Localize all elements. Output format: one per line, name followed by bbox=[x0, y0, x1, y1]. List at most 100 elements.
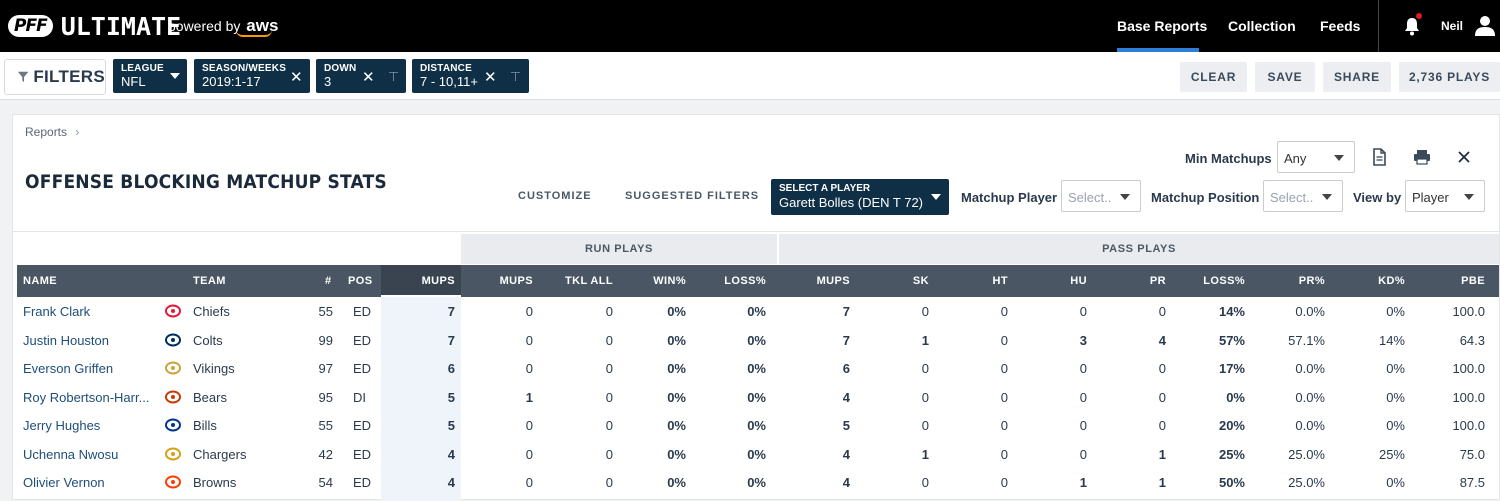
plays-count-button[interactable]: 2,736 PLAYS bbox=[1399, 62, 1500, 92]
cell-mups: 7 bbox=[447, 332, 455, 348]
cell-kd: 0% bbox=[1386, 475, 1405, 490]
col-win[interactable]: WIN% bbox=[653, 275, 686, 287]
table-row[interactable]: Everson Griffen Vikings 97 ED 6 0 0 0% 0% 6 0 0 0 0 17… bbox=[17, 354, 1499, 383]
col-mups[interactable]: MUPS bbox=[422, 275, 455, 287]
cell-win: 0% bbox=[667, 446, 686, 462]
cell-sk: 0 bbox=[921, 389, 929, 405]
table-row[interactable]: Uchenna Nwosu Chargers 42 ED 4 0 0 0% 0% 4 1 0 0 1 25%… bbox=[17, 440, 1499, 469]
position: ED bbox=[353, 446, 372, 462]
logo-badge: PFF bbox=[8, 15, 53, 37]
view-by-select[interactable]: Player bbox=[1405, 180, 1485, 212]
nav-feeds[interactable]: Feeds bbox=[1320, 18, 1360, 34]
save-button[interactable]: SAVE bbox=[1255, 62, 1315, 92]
col-tkl-all[interactable]: TKL ALL bbox=[565, 275, 613, 287]
close-icon[interactable]: ✕ bbox=[362, 68, 375, 86]
col-pass-mups[interactable]: MUPS bbox=[817, 275, 850, 287]
cell-run-loss: 0% bbox=[747, 475, 766, 490]
cell-win: 0% bbox=[667, 475, 686, 490]
col-team[interactable]: TEAM bbox=[193, 275, 226, 287]
chip-season-weeks[interactable]: SEASON/WEEKS 2019:1-17 ✕ bbox=[194, 59, 310, 93]
customize-button[interactable]: CUSTOMIZE bbox=[518, 190, 592, 202]
col-pass-loss[interactable]: LOSS% bbox=[1203, 275, 1245, 287]
cell-pass-loss: 17% bbox=[1218, 361, 1245, 376]
chip-distance-value: 7 - 10,11+ bbox=[420, 74, 478, 89]
cell-mups: 6 bbox=[447, 361, 455, 376]
cell-tkl-all: 0 bbox=[605, 475, 613, 490]
matchup-player-placeholder: Select.. bbox=[1068, 190, 1112, 205]
cell-run-mups: 0 bbox=[525, 332, 533, 348]
table-row[interactable]: Roy Robertson-Harr... Bears 95 DI 5 1 0 0% 0% 4 0 0… bbox=[17, 383, 1499, 412]
clear-button[interactable]: CLEAR bbox=[1180, 62, 1247, 92]
top-nav: PFF ULTIMATE powered by aws Base Reports… bbox=[0, 0, 1500, 52]
cell-tkl-all: 0 bbox=[605, 304, 613, 319]
player-name-link[interactable]: Uchenna Nwosu bbox=[23, 447, 118, 462]
table-row[interactable]: Jerry Hughes Bills 55 ED 5 0 0 0% 0% 5 0 0 0 0 20% 0.0%… bbox=[17, 411, 1499, 440]
col-pbe[interactable]: PBE bbox=[1461, 275, 1485, 287]
close-icon[interactable] bbox=[1455, 148, 1473, 166]
player-name-link[interactable]: Jerry Hughes bbox=[23, 418, 100, 433]
player-name-link[interactable]: Everson Griffen bbox=[23, 361, 113, 376]
close-icon[interactable]: ✕ bbox=[484, 68, 497, 86]
matchup-player-select[interactable]: Select.. bbox=[1061, 180, 1141, 212]
cell-pass-mups: 5 bbox=[842, 418, 850, 433]
player-name-link[interactable]: Olivier Vernon bbox=[23, 475, 105, 490]
pff-logo[interactable]: PFF ULTIMATE bbox=[8, 12, 181, 41]
cell-kd: 0% bbox=[1386, 389, 1405, 405]
cell-pass-mups: 4 bbox=[842, 389, 850, 405]
table-row[interactable]: Frank Clark Chiefs 55 ED 7 0 0 0% 0% 7 0 0 0 0 14% 0.0%… bbox=[17, 297, 1499, 326]
select-player-dropdown[interactable]: SELECT A PLAYER Garett Bolles (DEN T 72) bbox=[771, 179, 949, 215]
matchup-position-select[interactable]: Select.. bbox=[1263, 180, 1343, 212]
chargers-logo-icon bbox=[165, 447, 181, 461]
pin-icon[interactable]: ⊤ bbox=[510, 69, 521, 85]
col-ht[interactable]: HT bbox=[993, 275, 1008, 287]
pin-icon[interactable]: ⊤ bbox=[388, 69, 399, 85]
col-pr-pct[interactable]: PR% bbox=[1299, 275, 1325, 287]
cell-hu: 0 bbox=[1079, 418, 1087, 433]
player-name-link[interactable]: Justin Houston bbox=[23, 333, 109, 348]
browns-logo-icon bbox=[165, 475, 181, 489]
cell-pr-pct: 0.0% bbox=[1295, 418, 1325, 433]
cell-pr-pct: 57.1% bbox=[1288, 332, 1325, 348]
close-icon[interactable]: ✕ bbox=[290, 68, 303, 86]
table-row[interactable]: Justin Houston Colts 99 ED 7 0 0 0% 0% 7 1 0 3 4 57% 57… bbox=[17, 326, 1499, 355]
col-kd[interactable]: KD% bbox=[1378, 275, 1405, 287]
jersey-number: 42 bbox=[318, 446, 333, 462]
table-row[interactable]: Olivier Vernon Browns 54 ED 4 0 0 0% 0% 4 0 0 1 1 50% 2… bbox=[17, 468, 1499, 497]
chip-distance[interactable]: DISTANCE 7 - 10,11+ ✕ ⊤ bbox=[412, 59, 529, 93]
col-pr[interactable]: PR bbox=[1150, 275, 1166, 287]
min-matchups-select[interactable]: Any bbox=[1277, 141, 1355, 173]
col-number[interactable]: # bbox=[325, 275, 332, 287]
user-name[interactable]: Neil bbox=[1441, 19, 1463, 33]
chip-down-value: 3 bbox=[324, 74, 332, 89]
position: ED bbox=[353, 418, 372, 433]
player-name-link[interactable]: Frank Clark bbox=[23, 304, 90, 319]
user-icon[interactable] bbox=[1474, 15, 1496, 37]
bills-logo-icon bbox=[165, 418, 181, 432]
chip-league[interactable]: LEAGUE NFL bbox=[113, 59, 187, 93]
chevron-down-icon[interactable] bbox=[170, 73, 180, 79]
share-button[interactable]: SHARE bbox=[1323, 62, 1391, 92]
nav-base-reports[interactable]: Base Reports bbox=[1117, 18, 1207, 34]
group-header-run-plays: RUN PLAYS bbox=[461, 234, 777, 264]
col-run-mups[interactable]: MUPS bbox=[500, 275, 533, 287]
chip-down[interactable]: DOWN 3 ✕ ⊤ bbox=[316, 59, 406, 93]
player-name-link[interactable]: Roy Robertson-Harr... bbox=[23, 390, 149, 405]
filters-button[interactable]: FILTERS bbox=[4, 59, 106, 95]
document-icon[interactable] bbox=[1370, 148, 1388, 166]
team-name: Chargers bbox=[193, 446, 247, 462]
bell-icon[interactable] bbox=[1403, 16, 1421, 36]
col-hu[interactable]: HU bbox=[1070, 275, 1087, 287]
min-matchups-value: Any bbox=[1284, 151, 1307, 166]
cell-sk: 0 bbox=[921, 304, 929, 319]
suggested-filters-button[interactable]: SUGGESTED FILTERS bbox=[625, 190, 759, 202]
cell-tkl-all: 0 bbox=[605, 446, 613, 462]
chevron-down-icon bbox=[1334, 155, 1344, 161]
nav-collection[interactable]: Collection bbox=[1228, 18, 1296, 34]
cell-mups: 7 bbox=[447, 304, 455, 319]
col-run-loss[interactable]: LOSS% bbox=[724, 275, 766, 287]
breadcrumb-reports-link[interactable]: Reports bbox=[25, 125, 67, 139]
col-sk[interactable]: SK bbox=[913, 275, 929, 287]
print-icon[interactable] bbox=[1413, 148, 1431, 166]
col-pos[interactable]: POS bbox=[348, 275, 372, 287]
col-name[interactable]: NAME bbox=[23, 275, 57, 287]
